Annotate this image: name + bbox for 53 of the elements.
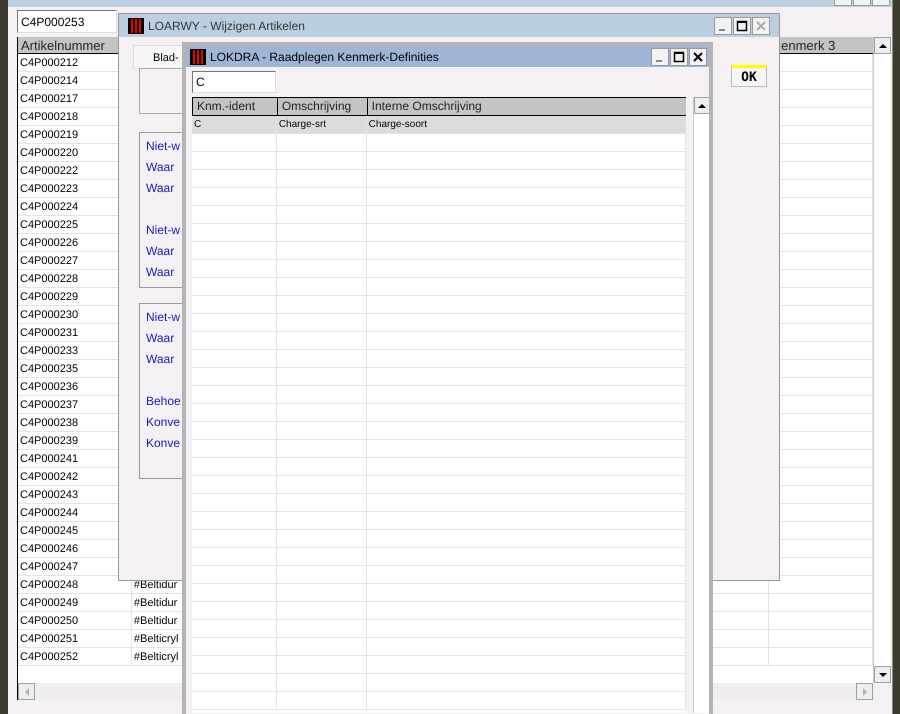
ok-button[interactable]: OK [731, 65, 767, 87]
maximize-button[interactable] [733, 16, 751, 34]
field-label: Waar [146, 264, 176, 281]
search-field[interactable]: C [192, 71, 276, 93]
minimize-icon [656, 60, 662, 62]
window-title: LOARWY - Wijzigen Artikelen [148, 18, 306, 34]
field-label: Niet-w [146, 138, 182, 155]
table-cell: C4P000250 [18, 612, 132, 629]
field-label: Konve [146, 435, 182, 452]
field-label: Behoe [146, 393, 182, 410]
scroll-left-button[interactable] [18, 683, 35, 700]
field-label: Waar [146, 180, 176, 197]
scroll-down-button[interactable] [874, 666, 891, 683]
close-icon [692, 50, 704, 62]
window-button[interactable] [853, 0, 871, 6]
maximize-button[interactable] [670, 48, 688, 66]
app-icon [190, 48, 206, 64]
window-button[interactable] [834, 0, 852, 6]
app-icon [128, 18, 144, 34]
up-arrow-icon [698, 102, 706, 110]
maximize-icon [673, 50, 685, 62]
column-header[interactable]: Interne Omschrijving [366, 98, 686, 115]
field-label: Waar [146, 243, 176, 260]
left-arrow-icon [22, 688, 30, 696]
field-label: Waar [146, 351, 176, 368]
vertical-scrollbar[interactable] [693, 97, 709, 713]
maximize-icon [736, 20, 748, 32]
field-label: Waar [146, 159, 176, 176]
table-cell: C4P000249 [18, 594, 132, 611]
field-label: Waar [146, 330, 176, 347]
close-icon [755, 20, 767, 32]
table-cell: C [192, 116, 277, 133]
down-arrow-icon [878, 670, 886, 678]
table-cell: C4P000251 [18, 630, 132, 647]
table-cell: C4P000252 [18, 648, 132, 665]
scroll-up-button[interactable] [694, 97, 709, 114]
field-label: Niet-w [146, 222, 182, 239]
table-row[interactable]: C Charge-srt Charge-soort [192, 116, 686, 134]
search-field[interactable]: C4P000253 [17, 10, 117, 33]
table-cell: Charge-soort [366, 116, 686, 133]
field-label: Konve [146, 414, 182, 431]
field-label: Niet-w [146, 309, 182, 326]
window-button[interactable] [872, 0, 890, 6]
close-button[interactable] [689, 48, 707, 66]
window-title: LOKDRA - Raadplegen Kenmerk-Definities [210, 48, 440, 66]
scroll-up-button[interactable] [874, 37, 891, 54]
table-cell: Charge-srt [276, 116, 367, 133]
column-header[interactable]: Knm.-ident [192, 98, 277, 115]
right-arrow-icon [860, 688, 868, 696]
minimize-icon [718, 29, 724, 31]
column-header[interactable]: Omschrijving [276, 98, 367, 115]
up-arrow-icon [878, 42, 886, 50]
vertical-scrollbar[interactable] [873, 37, 890, 683]
